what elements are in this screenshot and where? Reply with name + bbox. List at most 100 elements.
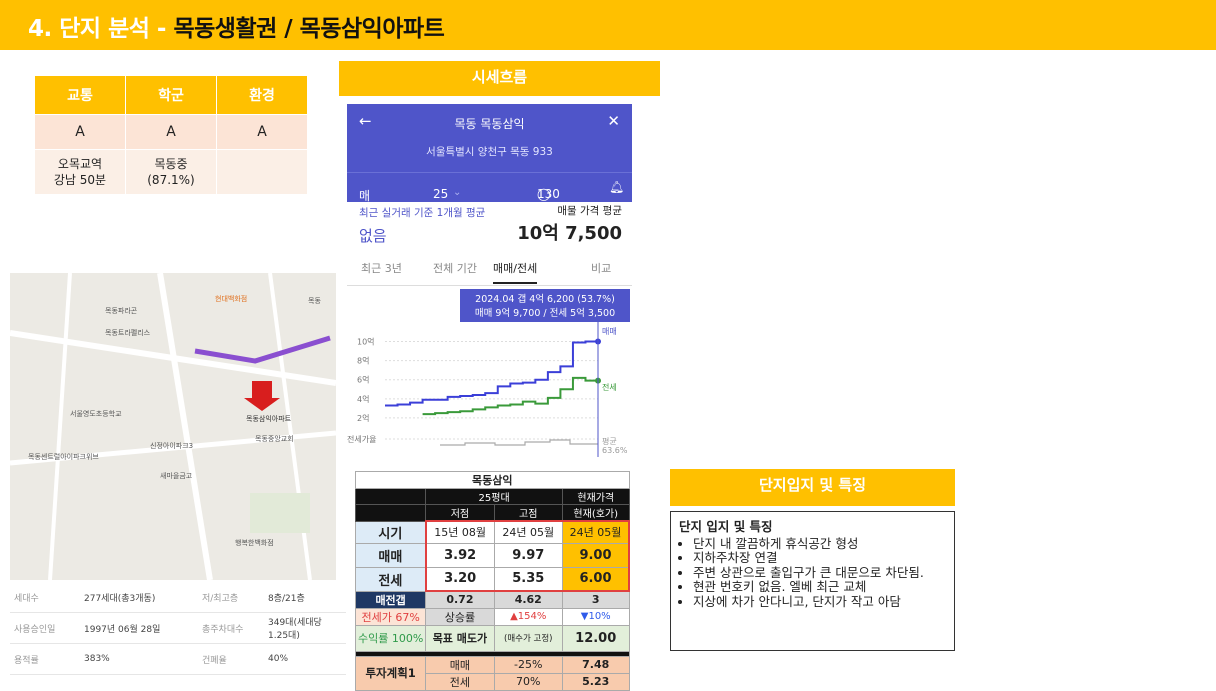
- lease-low: 3.20: [424, 566, 495, 592]
- note-line: 강남 50분: [53, 173, 107, 187]
- close-icon[interactable]: ✕: [607, 112, 620, 130]
- summary-table: 목동삼익 25평대 현재가격 저점 고점 현재(호가) 시기 15년 08월 2…: [354, 471, 630, 691]
- avg-label: 매물 가격 평균: [557, 205, 622, 217]
- tab-all-period[interactable]: 전체 기간: [433, 260, 477, 276]
- plan-lease-value: 5.23: [561, 672, 630, 691]
- map-label-target: 목동삼익아파트: [246, 414, 292, 423]
- target-value: 12.00: [561, 624, 630, 652]
- plan-sale-value: 7.48: [561, 655, 630, 674]
- y-tick-label: 8억: [357, 356, 369, 366]
- info-key: 용적률: [10, 643, 80, 675]
- col-now: 현재(호가): [561, 504, 630, 522]
- list-item: 지상에 차가 안다니고, 단지가 작고 아담: [693, 594, 946, 610]
- info-key: 저/최고층: [198, 582, 264, 613]
- grade-header-environment: 환경: [216, 75, 308, 115]
- tooltip-line-2: 매매 9억 9,700 / 전세 5억 3,500: [475, 307, 615, 319]
- row-label-return: 수익률 100%: [354, 624, 427, 652]
- summary-group: 25평대: [425, 488, 563, 505]
- map-park: [250, 493, 310, 533]
- tab-compare[interactable]: 비교: [591, 260, 611, 276]
- summary-title: 목동삼익: [355, 471, 630, 489]
- series-line-ratio: [440, 439, 598, 446]
- series-label-sale: 매매: [602, 327, 617, 336]
- plan-label: 투자계획1: [354, 655, 427, 691]
- period-tabs: 최근 3년 전체 기간 매매/전세 비교: [347, 255, 632, 286]
- chevron-down-icon: ⌄: [359, 187, 368, 198]
- current-price-header: 현재가격: [561, 488, 630, 505]
- lease-now: 6.00: [561, 566, 630, 592]
- map[interactable]: 목동삼익아파트 목동 서울영도초등학교 목동센트럴아이파크위브 신정아이파크3 …: [10, 273, 336, 580]
- app-header: ← 목동 목동삼익 ✕ 서울특별시 양천구 목동 933 매매 ⌄ 25평 ⌄ …: [347, 104, 632, 220]
- row-label-rate: 전세가 67%: [354, 607, 427, 626]
- title-prefix: 4. 단지 분석 -: [28, 16, 174, 42]
- recent-value: 없음: [359, 227, 387, 245]
- row-label-lease: 전세: [354, 566, 427, 592]
- note-line: 목동중: [154, 157, 188, 171]
- series-line-매매: [385, 340, 598, 407]
- series-label-lease: 전세: [602, 382, 617, 392]
- grade-value-school: A: [125, 114, 217, 150]
- empty-cell: [354, 504, 427, 522]
- page-title: 4. 단지 분석 - 목동생활권 / 목동삼익아파트: [28, 9, 445, 43]
- complex-name: 목동 목동삼익: [454, 117, 525, 131]
- list-item: 현관 번호키 없음. 엘베 최근 교체: [693, 579, 946, 595]
- ratio-value: 63.6%: [602, 446, 628, 455]
- info-value: 277세대(총3개동): [80, 582, 198, 613]
- info-value: 383%: [80, 643, 198, 675]
- tab-recent-3y[interactable]: 최근 3년: [361, 260, 402, 276]
- map-label: 목동파라곤: [105, 306, 138, 315]
- period-now: 24년 05월: [561, 520, 630, 544]
- map-label: 현대백화점: [215, 294, 247, 303]
- grade-value-environment: A: [216, 114, 308, 150]
- row-label-period: 시기: [354, 520, 427, 544]
- grade-table: 교통 학군 환경 A A A 오목교역 강남 50분 목동중 (87.1%): [34, 75, 308, 195]
- map-label: 목동중앙교회: [255, 435, 294, 443]
- tab-sale-lease[interactable]: 매매/전세: [493, 260, 538, 284]
- grade-header-school: 학군: [125, 75, 217, 115]
- list-item: 단지 내 깔끔하게 휴식공간 형성: [693, 536, 946, 552]
- plan-lease-pct: 70%: [493, 672, 563, 691]
- plan-sale-pct: -25%: [493, 655, 563, 674]
- map-label: 새마을금고: [160, 471, 193, 480]
- comment-count: 130: [537, 187, 560, 201]
- empty-cell: [354, 488, 427, 505]
- chevron-down-icon: ⌄: [453, 187, 462, 198]
- grade-note-school: 목동중 (87.1%): [125, 149, 217, 195]
- grade-note-traffic: 오목교역강남 50분: [34, 149, 126, 195]
- map-label: 목동: [308, 297, 321, 305]
- price-info: 최근 실거래 기준 1개월 평균 없음 매물 가격 평균 10억 7,500: [347, 203, 632, 253]
- location-heading: 단지 입지 및 특징: [679, 519, 773, 534]
- table-row: 용적률 383% 건폐율 40%: [10, 643, 346, 675]
- map-label: 목동트라펠리스: [105, 328, 151, 337]
- avg-value: 10억 7,500: [517, 223, 622, 244]
- bell-icon[interactable]: 🔔︎: [609, 180, 624, 194]
- list-item: 지하주차장 연결: [693, 550, 946, 566]
- y-tick-label: 전세가율: [347, 434, 376, 444]
- note-line: (87.1%): [147, 173, 195, 187]
- col-low: 저점: [425, 504, 495, 522]
- plan-sale-label: 매매: [425, 655, 495, 674]
- table-row: 세대수 277세대(총3개동) 저/최고층 8층/21층: [10, 582, 346, 613]
- period-high: 24년 05월: [493, 520, 563, 544]
- target-note: (매수가 고정): [493, 624, 563, 652]
- y-tick-label: 10억: [357, 337, 375, 347]
- row-label-gap: 매전갭: [354, 590, 427, 609]
- period-low: 15년 08월: [424, 520, 495, 544]
- info-value: 349대(세대당 1.25대): [264, 612, 346, 644]
- col-high: 고점: [493, 504, 563, 522]
- note-line: 오목교역: [57, 157, 103, 171]
- info-value: 40%: [264, 643, 346, 675]
- sale-low: 3.92: [424, 542, 495, 568]
- price-flow-banner: 시세흐름: [339, 61, 660, 96]
- rate-label: 상승률: [425, 607, 495, 626]
- info-table: 세대수 277세대(총3개동) 저/최고층 8층/21층 사용승인일 1997년…: [10, 582, 346, 675]
- plan-lease-label: 전세: [425, 672, 495, 691]
- info-key: 총주차대수: [198, 612, 264, 644]
- info-value: 1997년 06월 28일: [80, 612, 198, 644]
- map-label: 신정아이파크3: [150, 441, 193, 450]
- ratio-label: 평균: [602, 436, 617, 446]
- title-main: 목동생활권 / 목동삼익아파트: [173, 16, 445, 42]
- grade-value-traffic: A: [34, 114, 126, 150]
- complex-address: 서울특별시 양천구 목동 933: [426, 146, 553, 158]
- map-label: 목동센트럴아이파크위브: [28, 452, 99, 461]
